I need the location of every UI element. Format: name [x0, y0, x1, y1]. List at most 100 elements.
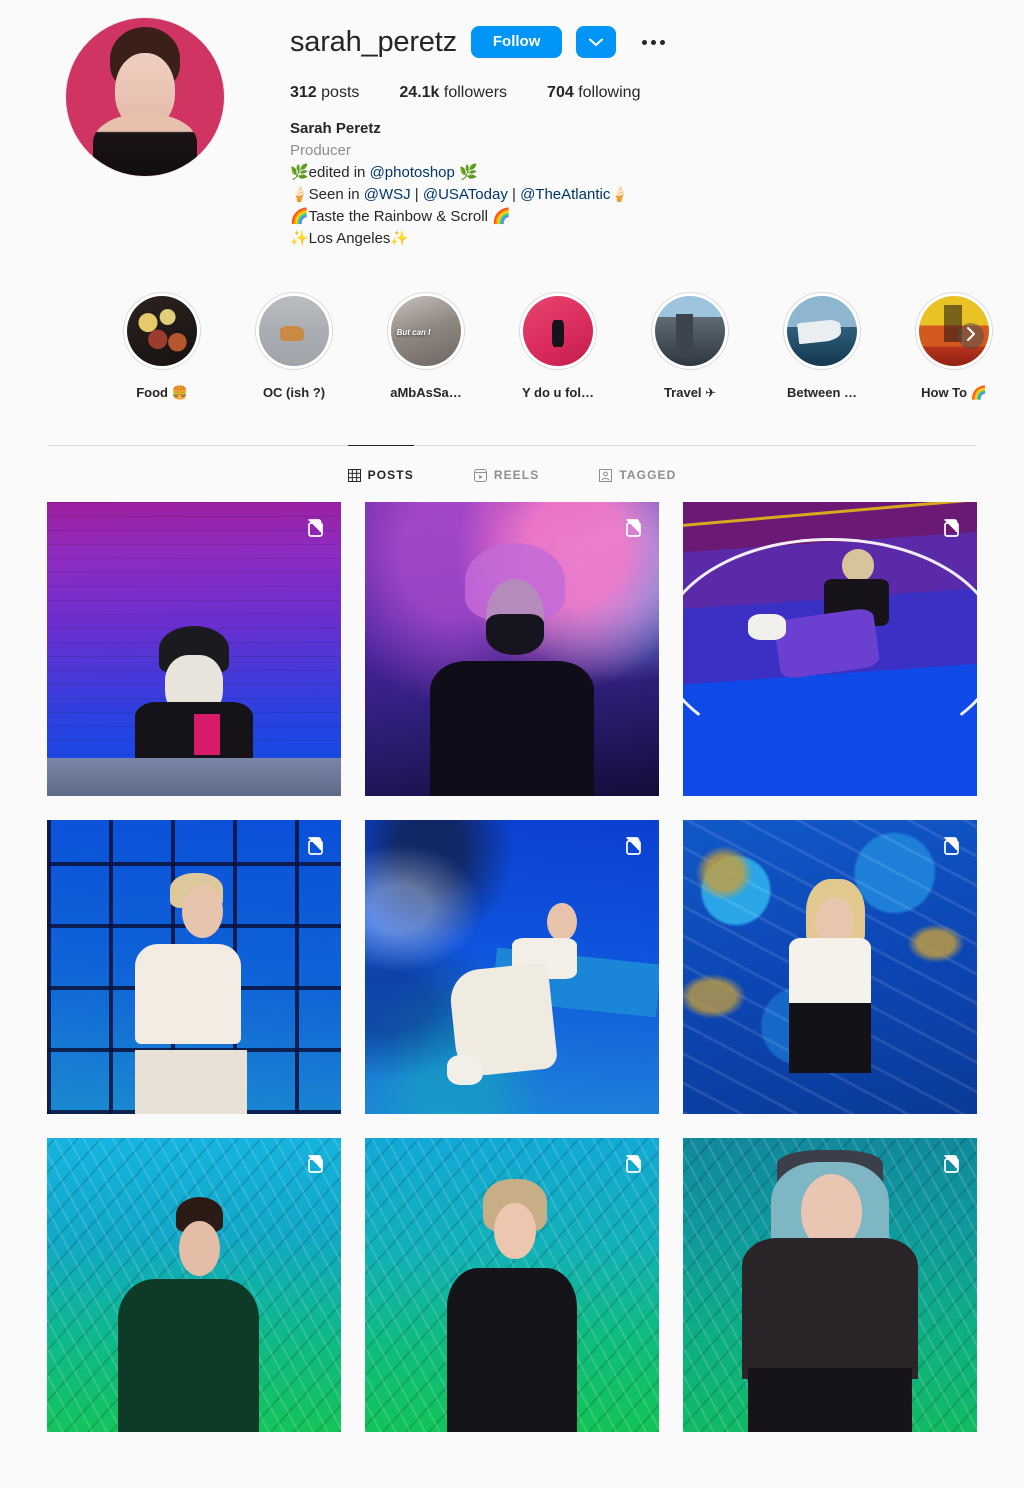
bio-mention[interactable]: @WSJ — [364, 186, 411, 203]
figure-top — [788, 937, 872, 1009]
bio-line: 🌿edited in @photoshop 🌿 — [290, 164, 478, 182]
highlight-label: Y do u fol… — [522, 385, 594, 401]
highlight-item[interactable]: How To 🌈 — [888, 292, 1020, 401]
figure-head — [841, 549, 875, 582]
story-highlights: Food 🍔 OC (ish ?) aMbAsSa… Y do u fol… T… — [0, 250, 1024, 401]
tab-label: POSTS — [367, 468, 414, 483]
carousel-icon — [623, 516, 645, 538]
highlight-cover — [523, 296, 593, 367]
reels-icon — [473, 468, 487, 482]
highlight-ring — [651, 292, 729, 371]
posts-label: posts — [321, 84, 360, 101]
highlight-ring — [123, 292, 201, 371]
more-options-button[interactable] — [634, 26, 673, 58]
figure-top — [135, 943, 242, 1044]
highlight-item[interactable]: Between … — [756, 292, 888, 401]
grid-icon — [347, 468, 361, 482]
dot-icon — [642, 39, 648, 45]
post-tile[interactable] — [365, 1138, 659, 1433]
tab-tagged[interactable]: TAGGED — [599, 445, 676, 502]
tab-reels[interactable]: REELS — [473, 445, 540, 502]
carousel-icon — [941, 516, 963, 538]
followers-label: followers — [443, 84, 508, 101]
post-image — [683, 820, 977, 1115]
bio-line: 🍦Seen in @WSJ | @USAToday | @TheAtlantic… — [290, 186, 630, 204]
followers-count: 24.1k — [399, 84, 440, 101]
highlight-cover — [391, 296, 461, 367]
post-tile[interactable] — [683, 820, 977, 1115]
dot-icon — [651, 39, 657, 45]
highlight-item[interactable]: Travel ✈ — [624, 292, 756, 401]
figure-body — [429, 661, 595, 797]
highlight-cover — [127, 296, 197, 367]
post-image — [47, 820, 341, 1115]
post-tile[interactable] — [683, 1138, 977, 1433]
figure-head — [547, 902, 577, 941]
post-tile[interactable] — [365, 820, 659, 1115]
follow-dropdown-button[interactable] — [576, 26, 617, 58]
post-tile[interactable] — [683, 502, 977, 797]
highlight-cover — [787, 296, 857, 367]
post-tile[interactable] — [47, 502, 341, 797]
instagram-profile-page: sarah_peretz Follow 312 posts 24.1k foll… — [0, 0, 1024, 1488]
dot-icon — [660, 39, 666, 45]
posts-count: 312 — [290, 84, 317, 101]
category-label: Producer — [290, 142, 351, 160]
bio-line: 🌈Taste the Rainbow & Scroll 🌈 — [290, 208, 511, 226]
chevron-down-icon — [589, 38, 604, 47]
figure-shoe — [747, 614, 786, 641]
post-image — [683, 1138, 977, 1433]
avatar[interactable] — [66, 18, 224, 176]
tab-label: TAGGED — [619, 468, 677, 483]
followers-stat[interactable]: 24.1k followers — [399, 84, 507, 102]
profile-tabs: POSTS REELS TAGGED — [0, 445, 1024, 502]
post-grid — [0, 502, 1024, 1433]
bio-mention[interactable]: @TheAtlantic — [520, 186, 610, 203]
highlight-ring — [255, 292, 333, 371]
figure-top — [741, 1238, 919, 1380]
follow-button[interactable]: Follow — [470, 26, 563, 58]
page-title: sarah_peretz — [290, 25, 457, 58]
post-image — [47, 502, 341, 797]
profile-header: sarah_peretz Follow 312 posts 24.1k foll… — [0, 0, 1024, 250]
figure-dress — [117, 1279, 259, 1433]
highlight-cover — [655, 296, 725, 367]
highlight-label: aMbAsSa… — [390, 385, 462, 401]
figure-shorts — [788, 1002, 872, 1074]
post-tile[interactable] — [47, 1138, 341, 1433]
full-name: Sarah Peretz — [290, 120, 381, 137]
avatar-torso — [93, 114, 197, 176]
profile-info: sarah_peretz Follow 312 posts 24.1k foll… — [290, 14, 1024, 250]
bio: Sarah Peretz Producer 🌿edited in @photos… — [290, 118, 1024, 250]
tab-posts[interactable]: POSTS — [347, 445, 414, 502]
username-row: sarah_peretz Follow — [290, 20, 1024, 64]
following-stat[interactable]: 704 following — [547, 84, 640, 102]
bio-line: ✨Los Angeles✨ — [290, 230, 410, 248]
post-tile[interactable] — [365, 502, 659, 797]
highlight-label: Between … — [786, 385, 858, 401]
post-image — [47, 1138, 341, 1433]
highlight-item[interactable]: Food 🍔 — [96, 292, 228, 401]
following-label: following — [578, 84, 641, 101]
tab-label: REELS — [493, 468, 540, 483]
highlight-item[interactable]: Y do u fol… — [492, 292, 624, 401]
highlight-label: Food 🍔 — [136, 385, 188, 401]
highlight-item[interactable]: OC (ish ?) — [228, 292, 360, 401]
post-image — [365, 502, 659, 797]
post-image — [365, 820, 659, 1115]
figure-shoe — [447, 1055, 483, 1085]
figure-pants — [135, 1049, 247, 1115]
posts-stat[interactable]: 312 posts — [290, 84, 359, 102]
carousel-icon — [305, 834, 327, 856]
avatar-column — [0, 14, 290, 250]
figure-mask — [485, 614, 545, 656]
carousel-icon — [941, 834, 963, 856]
figure-head — [182, 884, 224, 938]
post-image — [683, 502, 977, 797]
bio-mention[interactable]: @USAToday — [423, 186, 508, 203]
highlight-item[interactable]: aMbAsSa… — [360, 292, 492, 401]
figure-head — [179, 1220, 221, 1277]
post-tile[interactable] — [47, 820, 341, 1115]
bio-mention[interactable]: @photoshop — [370, 164, 455, 181]
carousel-icon — [305, 1152, 327, 1174]
